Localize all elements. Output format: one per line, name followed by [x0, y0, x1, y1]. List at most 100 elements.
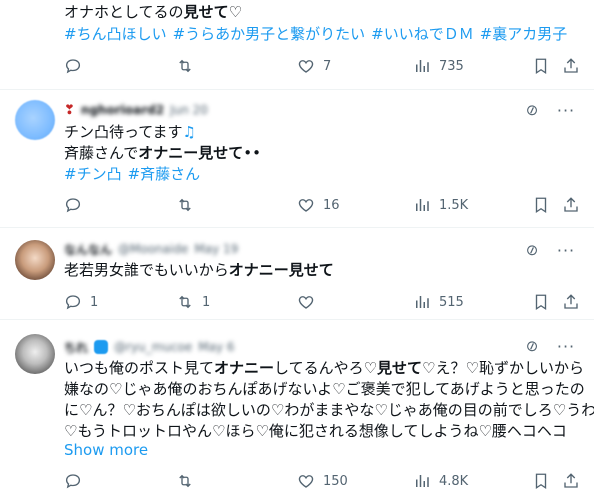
post[interactable]: ❣ nghorioard2 Jun 20 ⊘ ··· チン凸待ってます♫ 斉藤さ…: [0, 90, 594, 228]
post-text: ♡もうトロットロやん♡ほら♡俺に犯される想像してしようね♡腰ヘコヘコ: [64, 422, 567, 440]
bookmark-icon: [532, 196, 550, 214]
heart-icon: [297, 293, 315, 311]
post[interactable]: なんなん @Moonaide May 19 ⊘ ··· 老若男女誰でもいいからオ…: [0, 228, 594, 320]
share-button[interactable]: [562, 472, 580, 490]
reply-icon: [64, 196, 82, 214]
post-header: ちれ @ryu_mucoe May 6: [64, 338, 235, 356]
like-button[interactable]: 16: [297, 196, 340, 214]
share-button[interactable]: [562, 293, 580, 311]
hashtag-link[interactable]: #いいねでＤＭ: [371, 25, 474, 43]
show-more-link[interactable]: Show more: [64, 441, 148, 459]
avatar[interactable]: [15, 100, 55, 140]
post-time[interactable]: Jun 20: [170, 103, 208, 117]
post-header: なんなん @Moonaide May 19: [64, 240, 238, 258]
analytics-icon: [413, 293, 431, 311]
post-header-actions: ⊘ ···: [519, 97, 576, 123]
analytics-icon: [413, 472, 431, 490]
author-name[interactable]: nghorioard2: [81, 103, 164, 117]
post-header-actions: ⊘ ···: [519, 237, 576, 263]
author-handle[interactable]: @Moonaide: [118, 242, 188, 256]
post-hashtags: #ちん凸ほしい #うらあか男子と繋がりたい #いいねでＤＭ #裏アカ男子: [64, 24, 578, 45]
verified-badge-icon: [94, 340, 109, 354]
heart-icon: [297, 196, 315, 214]
like-button[interactable]: 7: [297, 57, 331, 75]
bookmark-icon: [532, 293, 550, 311]
like-button[interactable]: 150: [297, 472, 348, 490]
reply-button[interactable]: [64, 57, 90, 75]
hashtag-link[interactable]: #チン凸: [64, 165, 122, 183]
reply-icon: [64, 472, 82, 490]
post-text: 老若男女誰でもいいからオナニー見せて: [64, 261, 334, 279]
post-text: 嫌なの♡じゃあ俺のおちんぽあげないよ♡ご褒美で犯してあげようと思ったの: [64, 380, 585, 398]
avatar[interactable]: [15, 240, 55, 280]
views-button[interactable]: 1.5K: [413, 196, 468, 214]
views-button[interactable]: 4.8K: [413, 472, 468, 490]
post-text: チン凸待ってます♫: [64, 123, 196, 141]
more-options-icon[interactable]: ···: [556, 336, 576, 356]
reply-icon: [64, 57, 82, 75]
post-text: いつも俺のポスト見てオナニーしてるんやろ♡見せて♡え？♡恥ずかしいから: [64, 359, 584, 377]
post-text: に♡ん？♡おちんぽは欲しいの♡わがままやな♡じゃあ俺の目の前でしろ♡うわ: [64, 401, 594, 419]
grok-icon[interactable]: ⊘: [519, 97, 545, 123]
music-notes-icon: ♫: [182, 123, 196, 141]
repost-button[interactable]: [176, 57, 202, 75]
hashtag-link[interactable]: #ちん凸ほしい: [64, 25, 167, 43]
bookmark-button[interactable]: [532, 293, 550, 311]
grok-icon[interactable]: ⊘: [519, 237, 545, 263]
post-time[interactable]: May 19: [194, 242, 238, 256]
avatar[interactable]: [15, 334, 55, 374]
post-header-actions: ⊘ ···: [519, 333, 576, 359]
share-icon: [562, 293, 580, 311]
heart-exclamation-icon: ❣: [64, 102, 75, 118]
heart-icon: [297, 57, 315, 75]
bookmark-icon: [532, 57, 550, 75]
repost-button[interactable]: 1: [176, 293, 210, 311]
repost-button[interactable]: [176, 472, 202, 490]
reply-button[interactable]: 1: [64, 293, 98, 311]
post-header: ❣ nghorioard2 Jun 20: [64, 101, 208, 119]
post-time[interactable]: May 6: [198, 340, 234, 354]
more-options-icon[interactable]: ···: [556, 100, 576, 120]
post-actions: 150 4.8K: [64, 470, 578, 491]
analytics-icon: [413, 57, 431, 75]
repost-icon: [176, 293, 194, 311]
share-button[interactable]: [562, 196, 580, 214]
views-button[interactable]: 735: [413, 57, 464, 75]
heart-icon: [297, 472, 315, 490]
share-icon: [562, 57, 580, 75]
post-actions: 1 1 515: [64, 291, 578, 313]
eyes-icon: ••: [243, 144, 261, 162]
post-actions: 16 1.5K: [64, 194, 578, 216]
bookmark-button[interactable]: [532, 472, 550, 490]
analytics-icon: [413, 196, 431, 214]
grok-icon[interactable]: ⊘: [519, 333, 545, 359]
bookmark-button[interactable]: [532, 196, 550, 214]
post[interactable]: オナホとしてるの見せて♡ #ちん凸ほしい #うらあか男子と繋がりたい #いいねでＤＭ…: [0, 0, 594, 90]
post-text: オナホとしてるの見せて♡: [64, 3, 243, 21]
repost-button[interactable]: [176, 196, 202, 214]
like-button[interactable]: [297, 293, 323, 311]
author-name[interactable]: なんなん: [64, 241, 112, 258]
author-name[interactable]: ちれ: [64, 339, 88, 356]
reply-icon: [64, 293, 82, 311]
post-text: 斉藤さんでオナニー見せて••: [64, 144, 261, 162]
more-options-icon[interactable]: ···: [556, 240, 576, 260]
views-button[interactable]: 515: [413, 293, 464, 311]
share-icon: [562, 472, 580, 490]
reply-button[interactable]: [64, 196, 90, 214]
post-actions: 7 735: [64, 55, 578, 77]
hashtag-link[interactable]: #斉藤さん: [128, 165, 201, 183]
author-handle[interactable]: @ryu_mucoe: [114, 340, 192, 354]
repost-icon: [176, 472, 194, 490]
bookmark-icon: [532, 472, 550, 490]
hashtag-link[interactable]: #うらあか男子と繋がりたい: [173, 25, 366, 43]
hashtag-link[interactable]: #裏アカ男子: [480, 25, 568, 43]
share-button[interactable]: [562, 57, 580, 75]
post[interactable]: ちれ @ryu_mucoe May 6 ⊘ ··· いつも俺のポスト見てオナニー…: [0, 320, 594, 491]
share-icon: [562, 196, 580, 214]
post-hashtags: #チン凸 #斉藤さん: [64, 164, 578, 185]
reply-button[interactable]: [64, 472, 90, 490]
timeline-feed: オナホとしてるの見せて♡ #ちん凸ほしい #うらあか男子と繋がりたい #いいねでＤＭ…: [0, 0, 594, 491]
repost-icon: [176, 57, 194, 75]
bookmark-button[interactable]: [532, 57, 550, 75]
